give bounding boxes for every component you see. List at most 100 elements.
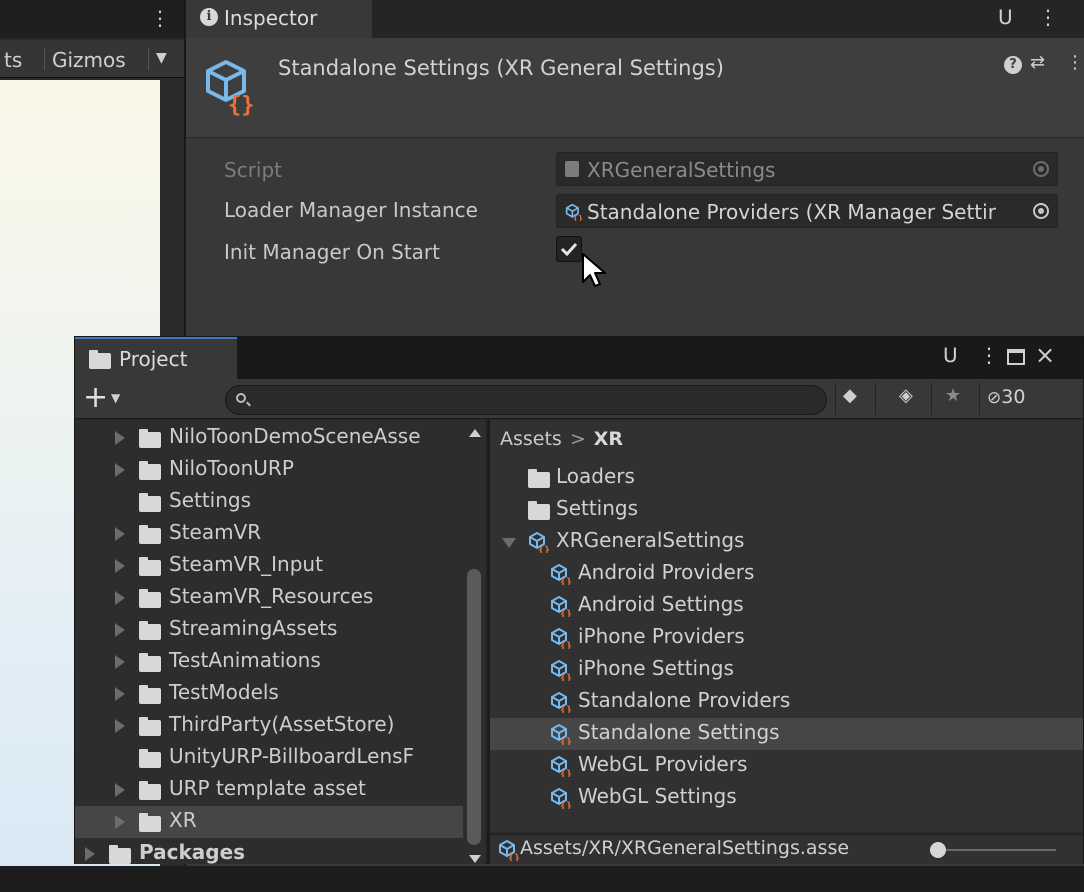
- scroll-up-arrow-icon[interactable]: [469, 429, 481, 437]
- asset-list-item[interactable]: {} XRGeneralSettings: [490, 526, 1083, 558]
- toolbar-separator: [148, 48, 149, 70]
- folder-tree-item[interactable]: TestModels: [75, 678, 463, 710]
- folder-tree-item[interactable]: NiloToonDemoSceneAsse: [75, 422, 463, 454]
- asset-list-item[interactable]: Settings: [490, 494, 1083, 526]
- xr-settings-asset-icon: {}: [565, 203, 583, 221]
- favorites-star-icon[interactable]: ★: [945, 385, 961, 406]
- folder-tree-item-label: TestModels: [169, 680, 279, 704]
- asset-list-item[interactable]: {} Android Settings: [490, 590, 1083, 622]
- svg-text:{}: {}: [508, 853, 520, 861]
- gizmos-button[interactable]: Gizmos: [52, 48, 126, 72]
- expand-arrow-icon[interactable]: [115, 623, 125, 637]
- folder-tree-item-label: TestAnimations: [169, 648, 321, 672]
- bottom-bar: [0, 866, 1084, 892]
- expand-arrow-icon[interactable]: [115, 687, 125, 701]
- folder-tree-scrollbar-thumb[interactable]: [467, 569, 481, 845]
- search-by-type-icon[interactable]: ◆: [843, 385, 857, 406]
- folder-tree-item[interactable]: SteamVR: [75, 518, 463, 550]
- folder-tree-item[interactable]: Packages: [75, 838, 463, 864]
- folder-tree-item[interactable]: NiloToonURP: [75, 454, 463, 486]
- folder-icon: [139, 685, 161, 704]
- scroll-down-arrow-icon[interactable]: [469, 855, 481, 863]
- xr-settings-asset-icon: {}: [551, 628, 572, 649]
- expand-arrow-icon[interactable]: [115, 783, 125, 797]
- asset-list-item[interactable]: Loaders: [490, 462, 1083, 494]
- script-field: XRGeneralSettings: [556, 152, 1058, 186]
- asset-list-item[interactable]: {} Android Providers: [490, 558, 1083, 590]
- folder-tree-item-label: UnityURP-BillboardLensF: [169, 744, 415, 768]
- icon-size-slider-handle[interactable]: [930, 842, 946, 858]
- object-picker-icon[interactable]: [1033, 203, 1049, 219]
- folder-icon: [528, 501, 550, 520]
- gizmos-dropdown-icon[interactable]: ▼: [156, 50, 167, 66]
- folder-icon: [139, 717, 161, 736]
- folder-icon: [139, 749, 161, 768]
- xr-settings-asset-icon: {}: [551, 564, 572, 585]
- inspector-kebab-menu-icon[interactable]: ⋮: [1038, 5, 1058, 29]
- folder-tree-item[interactable]: UnityURP-BillboardLensF: [75, 742, 463, 774]
- expand-arrow-icon[interactable]: [115, 431, 125, 445]
- folder-icon: [139, 493, 161, 512]
- expand-arrow-icon[interactable]: [115, 463, 125, 477]
- folder-tree-item[interactable]: Settings: [75, 486, 463, 518]
- project-search-input[interactable]: [225, 385, 827, 415]
- scene-kebab-menu-icon[interactable]: ⋮: [150, 6, 170, 30]
- folder-icon: [528, 469, 550, 488]
- loader-manager-instance-field[interactable]: {} Standalone Providers (XR Manager Sett…: [556, 194, 1058, 228]
- folder-icon: [109, 845, 131, 864]
- search-by-label-icon[interactable]: ◈: [899, 385, 913, 406]
- asset-list-item[interactable]: {} Standalone Settings: [490, 718, 1083, 750]
- help-icon[interactable]: ?: [1004, 56, 1022, 74]
- expand-arrow-icon[interactable]: [115, 655, 125, 669]
- asset-list-item[interactable]: {} iPhone Providers: [490, 622, 1083, 654]
- maximize-icon[interactable]: [1007, 349, 1025, 365]
- create-asset-button[interactable]: +: [83, 381, 108, 415]
- search-icon: [236, 393, 246, 403]
- close-icon[interactable]: ×: [1035, 341, 1055, 369]
- breadcrumb-xr[interactable]: XR: [594, 428, 623, 450]
- asset-list-item[interactable]: {} Standalone Providers: [490, 686, 1083, 718]
- asset-list-item-label: Settings: [556, 496, 639, 520]
- xr-settings-asset-icon: {}: [529, 532, 550, 553]
- project-asset-list[interactable]: Assets > XR Loaders Settings {} XRGeneralSett…: [490, 420, 1083, 832]
- asset-list-item[interactable]: {} iPhone Settings: [490, 654, 1083, 686]
- lock-icon[interactable]: ᑌ: [943, 343, 958, 367]
- lock-icon[interactable]: ᑌ: [998, 5, 1013, 29]
- project-folder-tree[interactable]: NiloToonDemoSceneAsse NiloToonURP Settings…: [75, 420, 485, 864]
- folder-tree-item[interactable]: TestAnimations: [75, 646, 463, 678]
- tab-inspector[interactable]: i Inspector: [186, 0, 372, 38]
- icon-size-slider-track[interactable]: [936, 849, 1056, 851]
- folder-tree-item[interactable]: URP template asset: [75, 774, 463, 806]
- expand-arrow-icon[interactable]: [115, 559, 125, 573]
- asset-list-item-label: Loaders: [556, 464, 635, 488]
- scene-toolbar-truncated-label[interactable]: ts: [4, 48, 22, 72]
- create-dropdown-icon[interactable]: ▼: [111, 391, 120, 405]
- script-file-icon: [565, 161, 579, 177]
- checkmark-icon: [560, 242, 578, 257]
- expand-arrow-icon[interactable]: [115, 719, 125, 733]
- hidden-packages-count[interactable]: ⊘30: [987, 386, 1025, 408]
- expand-arrow-icon[interactable]: [115, 815, 125, 829]
- svg-text:{}: {}: [560, 609, 572, 617]
- inspector-tab-bar: i Inspector ᑌ ⋮: [186, 0, 1084, 38]
- component-menu-icon[interactable]: ⋮: [1066, 52, 1084, 73]
- expand-arrow-icon[interactable]: [115, 591, 125, 605]
- tab-project[interactable]: Project: [75, 337, 237, 379]
- collapse-arrow-icon[interactable]: [502, 538, 516, 548]
- folder-tree-item[interactable]: ThirdParty(AssetStore): [75, 710, 463, 742]
- presets-icon[interactable]: ⇄: [1030, 52, 1045, 73]
- mouse-cursor-icon: [582, 253, 606, 287]
- breadcrumb-assets[interactable]: Assets: [500, 428, 562, 450]
- folder-tree-item[interactable]: SteamVR_Resources: [75, 582, 463, 614]
- project-tab-bar: Project ᑌ ⋮ ×: [75, 337, 1083, 379]
- expand-arrow-icon[interactable]: [85, 847, 95, 861]
- project-kebab-menu-icon[interactable]: ⋮: [979, 343, 999, 367]
- folder-tree-item[interactable]: XR: [75, 806, 463, 838]
- init-manager-on-start-checkbox[interactable]: [556, 236, 582, 262]
- expand-arrow-icon[interactable]: [115, 527, 125, 541]
- asset-list-item[interactable]: {} WebGL Settings: [490, 782, 1083, 814]
- folder-tree-item[interactable]: StreamingAssets: [75, 614, 463, 646]
- asset-list-item[interactable]: {} WebGL Providers: [490, 750, 1083, 782]
- folder-tree-item[interactable]: SteamVR_Input: [75, 550, 463, 582]
- folder-tree-item-label: StreamingAssets: [169, 616, 338, 640]
